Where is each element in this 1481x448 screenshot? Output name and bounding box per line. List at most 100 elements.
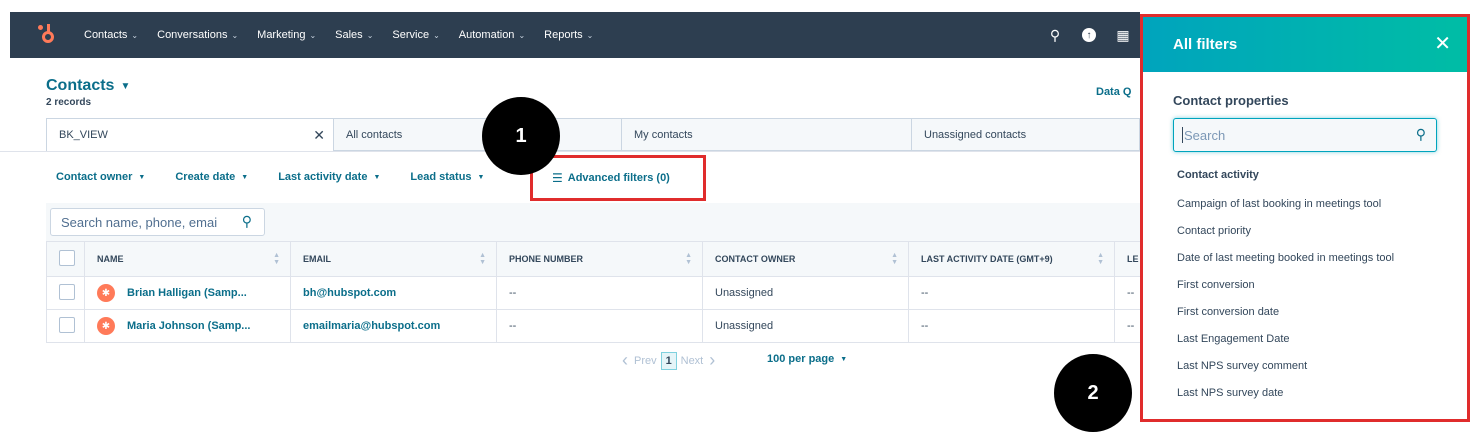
contact-email-link[interactable]: bh@hubspot.com [303, 287, 396, 299]
step-badge-1: 1 [482, 97, 560, 175]
property-item[interactable]: First conversion date [1177, 303, 1394, 330]
chevron-left-icon[interactable]: ‹ [622, 350, 628, 371]
column-header-lead[interactable]: LE [1114, 241, 1141, 277]
row-checkbox[interactable] [59, 283, 75, 300]
nav-automation[interactable]: Automation ⌄ [459, 29, 525, 41]
close-icon[interactable]: ✕ [1434, 31, 1451, 56]
search-icon[interactable]: ⚲ [1046, 27, 1064, 44]
chevron-down-icon: ⌄ [366, 30, 374, 40]
filter-last-activity-date[interactable]: Last activity date ▼ [278, 171, 380, 183]
column-header-phone[interactable]: PHONE NUMBER ▲ ▼ [496, 241, 703, 277]
property-list: Campaign of last booking in meetings too… [1177, 195, 1394, 411]
column-header-email[interactable]: EMAIL ▲ ▼ [290, 241, 497, 277]
extra-cell: -- [1114, 276, 1141, 310]
nav-reports[interactable]: Reports ⌄ [544, 29, 593, 41]
search-input[interactable]: Search name, phone, emai ⚲ [50, 208, 265, 236]
panel-title: All filters [1173, 36, 1238, 53]
data-quality-link[interactable]: Data Q [1096, 86, 1131, 98]
sort-icon[interactable]: ▲ ▼ [1097, 252, 1104, 266]
search-icon[interactable]: ⚲ [242, 213, 252, 230]
select-all-checkbox[interactable] [59, 250, 75, 266]
column-header-last-activity[interactable]: LAST ACTIVITY DATE (GMT+9) ▲ ▼ [908, 241, 1115, 277]
close-icon[interactable]: ✕ [313, 127, 325, 144]
tab-unassigned-contacts[interactable]: Unassigned contacts [912, 118, 1140, 151]
hubspot-logo-icon[interactable] [36, 23, 60, 47]
nav-sales[interactable]: Sales ⌄ [335, 29, 373, 41]
filter-bar: Contact owner ▼ Create date ▼ Last activit… [56, 171, 514, 183]
phone-cell: -- [496, 309, 703, 343]
nav-service[interactable]: Service ⌄ [392, 29, 439, 41]
tab-divider [0, 151, 1140, 152]
property-item[interactable]: Campaign of last booking in meetings too… [1177, 195, 1394, 222]
tab-bk-view[interactable]: BK_VIEW ✕ [46, 118, 334, 151]
nav-conversations[interactable]: Conversations ⌄ [157, 29, 238, 41]
panel-header: All filters ✕ [1143, 17, 1467, 72]
property-item[interactable]: Last NPS survey date [1177, 384, 1394, 411]
caret-down-icon: ▼ [373, 173, 381, 181]
caret-down-icon: ▼ [241, 173, 249, 181]
phone-cell: -- [496, 276, 703, 310]
hubspot-avatar-icon: ✱ [97, 317, 115, 335]
column-header-name[interactable]: NAME ▲ ▼ [84, 241, 291, 277]
property-item[interactable]: Date of last meeting booked in meetings … [1177, 249, 1394, 276]
filter-contact-owner[interactable]: Contact owner ▼ [56, 171, 145, 183]
sort-icon[interactable]: ▲ ▼ [273, 252, 280, 266]
caret-down-icon: ▼ [477, 173, 485, 181]
property-search-input[interactable]: Search ⚲ [1173, 118, 1437, 152]
step-badge-2: 2 [1054, 354, 1132, 432]
property-item[interactable]: Last Engagement Date [1177, 330, 1394, 357]
group-title: Contact activity [1177, 169, 1259, 181]
last-activity-cell: -- [908, 276, 1115, 310]
contact-name-link[interactable]: Maria Johnson (Samp... [127, 320, 250, 332]
sort-icon[interactable]: ▲ ▼ [685, 252, 692, 266]
property-item[interactable]: Contact priority [1177, 222, 1394, 249]
caret-down-icon: ▼ [138, 173, 146, 181]
pagination: ‹ Prev 1 Next › [616, 350, 721, 371]
sort-icon[interactable]: ▲ ▼ [479, 252, 486, 266]
chevron-right-icon[interactable]: › [709, 350, 715, 371]
nav-contacts[interactable]: Contacts ⌄ [84, 29, 138, 41]
section-title: Contact properties [1173, 93, 1289, 108]
tab-my-contacts[interactable]: My contacts [622, 118, 912, 151]
chevron-down-icon: ⌄ [309, 30, 317, 40]
page-title[interactable]: Contacts ▼ [46, 77, 130, 95]
top-nav: Contacts ⌄ Conversations ⌄ Marketing ⌄ Sale… [10, 12, 1140, 58]
search-icon[interactable]: ⚲ [1416, 126, 1426, 143]
contact-email-link[interactable]: emailmaria@hubspot.com [303, 320, 440, 332]
last-activity-cell: -- [908, 309, 1115, 343]
column-header-owner[interactable]: CONTACT OWNER ▲ ▼ [702, 241, 909, 277]
owner-cell[interactable]: Unassigned [702, 276, 909, 310]
highlight-box [530, 155, 706, 201]
hubspot-avatar-icon: ✱ [97, 284, 115, 302]
caret-down-icon: ▼ [120, 80, 131, 92]
caret-down-icon: ▼ [840, 355, 848, 363]
upgrade-icon[interactable]: ↑ [1082, 28, 1096, 42]
prev-button[interactable]: Prev [634, 355, 657, 367]
chevron-down-icon: ⌄ [586, 30, 594, 40]
select-all-cell [46, 241, 85, 277]
owner-cell[interactable]: Unassigned [702, 309, 909, 343]
table-row: ✱ Maria Johnson (Samp... emailmaria@hubsp… [46, 309, 1141, 343]
sort-icon[interactable]: ▲ ▼ [891, 252, 898, 266]
contact-name-link[interactable]: Brian Halligan (Samp... [127, 287, 247, 299]
row-checkbox[interactable] [59, 316, 75, 333]
property-item[interactable]: First conversion [1177, 276, 1394, 303]
next-button[interactable]: Next [681, 355, 704, 367]
record-count: 2 records [46, 97, 92, 108]
per-page-dropdown[interactable]: 100 per page ▼ [767, 353, 847, 365]
chevron-down-icon: ⌄ [131, 30, 139, 40]
table-row: ✱ Brian Halligan (Samp... bh@hubspot.com … [46, 276, 1141, 310]
chevron-down-icon: ⌄ [231, 30, 239, 40]
nav-marketing[interactable]: Marketing ⌄ [257, 29, 316, 41]
view-tabs: BK_VIEW ✕ All contacts My contacts Unass… [46, 118, 1140, 151]
all-filters-panel: All filters ✕ Contact properties Search … [1140, 14, 1470, 422]
tab-all-contacts[interactable]: All contacts [334, 118, 622, 151]
filter-lead-status[interactable]: Lead status ▼ [410, 171, 484, 183]
marketplace-icon[interactable]: ▦ [1114, 27, 1132, 44]
text-cursor [1182, 127, 1183, 143]
extra-cell: -- [1114, 309, 1141, 343]
filter-create-date[interactable]: Create date ▼ [175, 171, 248, 183]
chevron-down-icon: ⌄ [518, 30, 526, 40]
property-item[interactable]: Last NPS survey comment [1177, 357, 1394, 384]
current-page[interactable]: 1 [660, 351, 677, 370]
